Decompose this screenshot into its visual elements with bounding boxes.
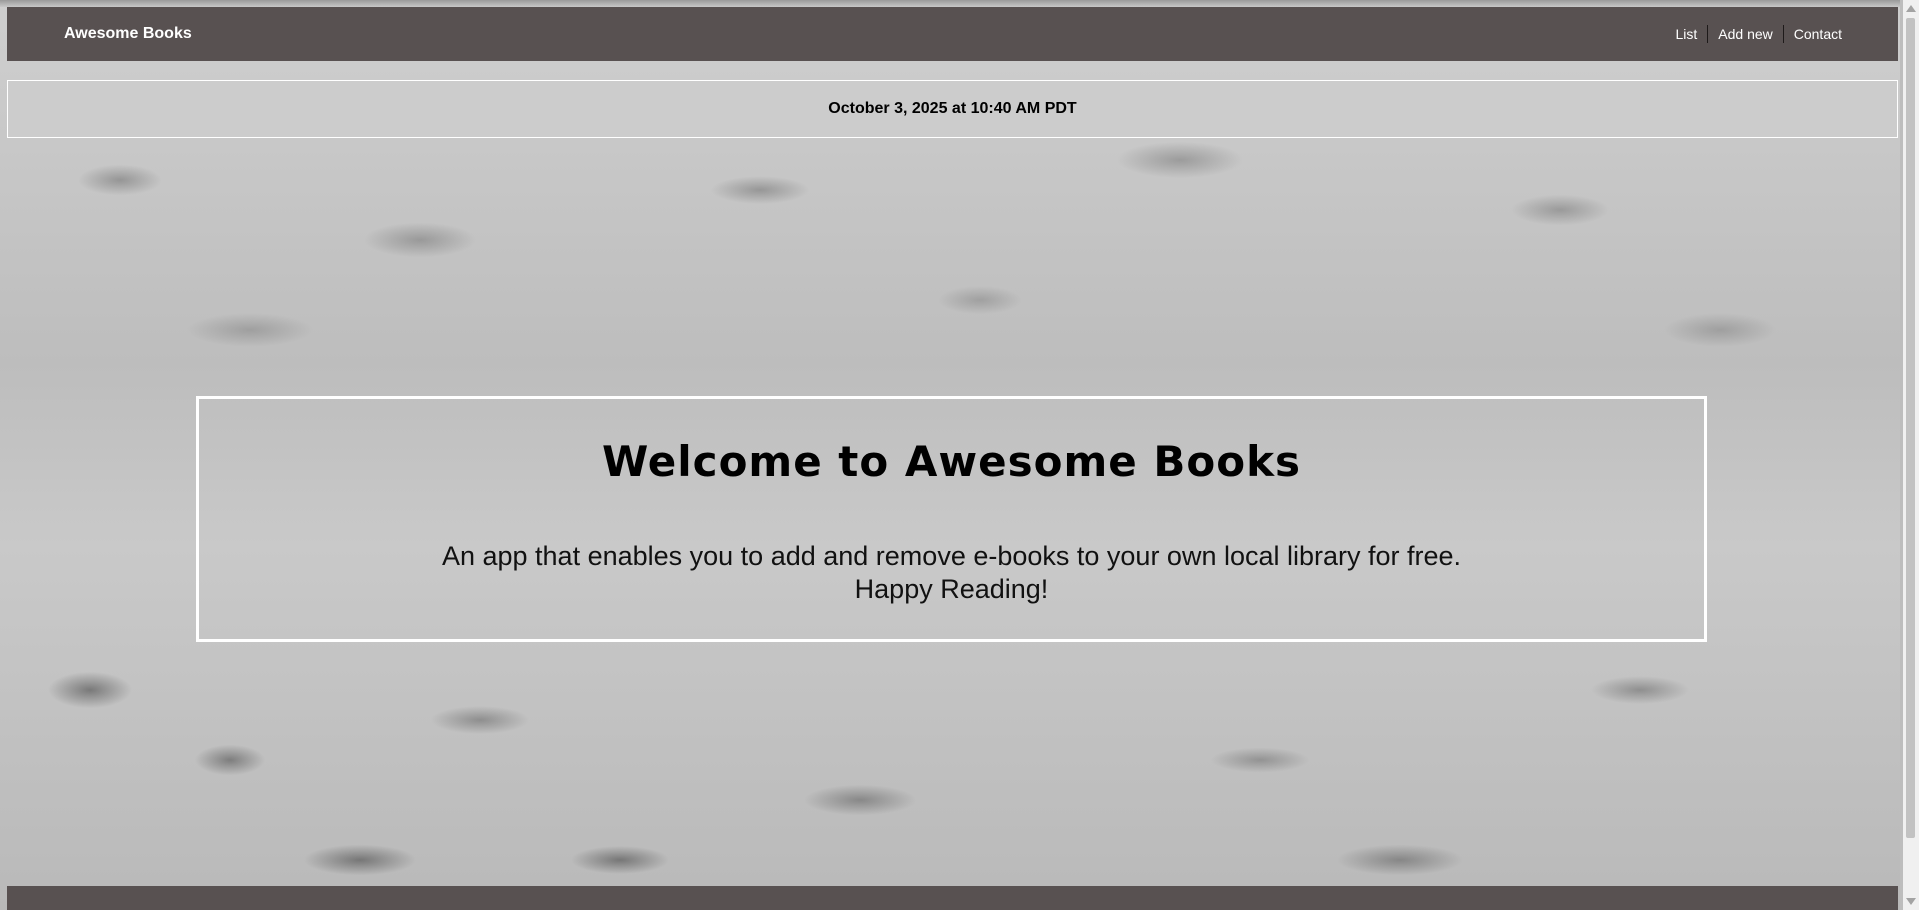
welcome-description-line2: Happy Reading! — [854, 574, 1049, 604]
nav-links: List Add new Contact — [1665, 25, 1842, 43]
date-text: October 3, 2025 at 10:40 AM PDT — [828, 100, 1077, 117]
welcome-description: An app that enables you to add and remov… — [199, 540, 1704, 606]
welcome-section: Welcome to Awesome Books An app that ena… — [196, 396, 1707, 642]
welcome-title: Welcome to Awesome Books — [601, 437, 1302, 486]
welcome-description-line1: An app that enables you to add and remov… — [441, 541, 1462, 571]
vertical-scrollbar[interactable] — [1903, 0, 1919, 910]
scroll-down-icon[interactable] — [1906, 898, 1916, 905]
navbar: Awesome Books List Add new Contact — [7, 7, 1898, 61]
footer — [7, 886, 1898, 910]
scroll-up-icon[interactable] — [1906, 5, 1916, 12]
nav-link-contact[interactable]: Contact — [1782, 25, 1842, 43]
top-strip — [0, 0, 1900, 7]
date-bar: October 3, 2025 at 10:40 AM PDT — [7, 80, 1898, 138]
scrollbar-thumb[interactable] — [1906, 18, 1915, 838]
brand-logo[interactable]: Awesome Books — [64, 25, 192, 43]
nav-link-add-new[interactable]: Add new — [1707, 25, 1782, 43]
nav-link-list[interactable]: List — [1665, 25, 1707, 43]
